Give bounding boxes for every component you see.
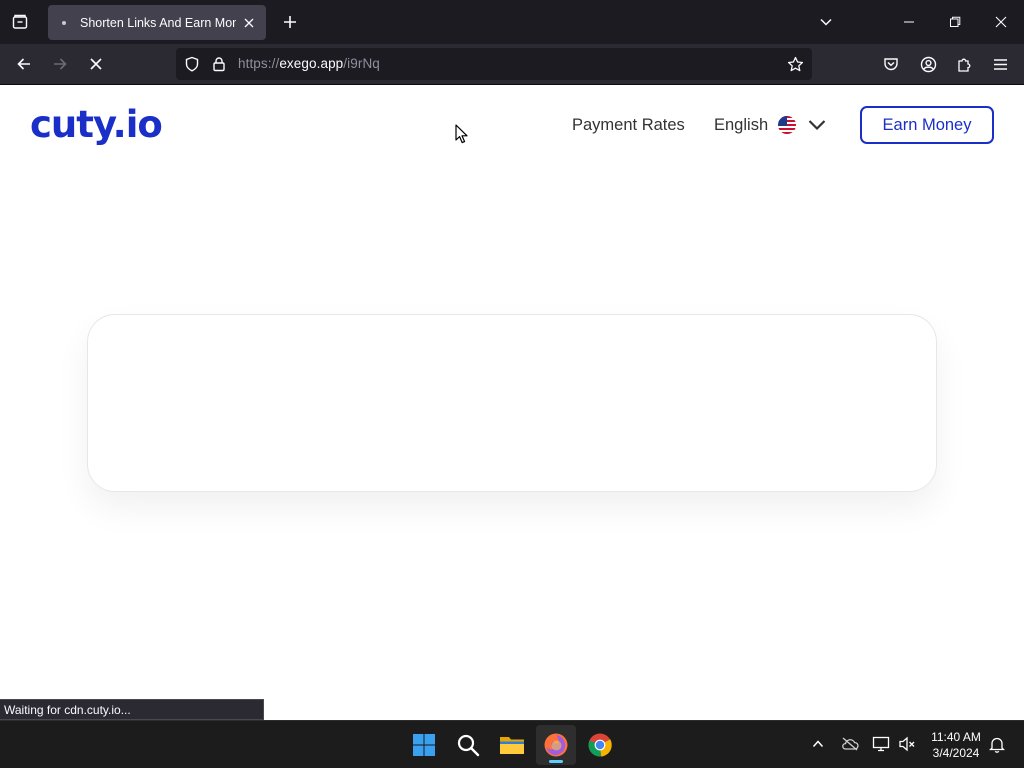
browser-tab-active[interactable]: Shorten Links And Earn Money [48, 5, 266, 40]
restore-icon [950, 16, 961, 27]
us-flag-icon [778, 116, 797, 134]
restore-window-button[interactable] [932, 0, 978, 44]
search-icon [457, 734, 480, 757]
shield-icon[interactable] [183, 55, 201, 73]
bookmark-star-icon[interactable] [786, 55, 804, 73]
bell-icon [989, 737, 1005, 753]
windows-taskbar: 11:40 AM 3/4/2024 [0, 720, 1024, 768]
chevron-down-icon [820, 18, 832, 26]
arrow-left-icon [17, 58, 30, 70]
volume-tray-button[interactable] [896, 733, 918, 755]
chevron-up-icon [812, 740, 824, 748]
tab-list-icon [12, 14, 28, 29]
url-text[interactable]: https://exego.app/i9rNq [238, 56, 380, 71]
notifications-button[interactable] [986, 733, 1008, 755]
site-logo[interactable]: cuty.io [30, 103, 163, 147]
plus-icon [284, 16, 296, 28]
close-icon [995, 16, 1007, 28]
url-scheme: https:// [238, 56, 280, 71]
cloud-offline-icon [842, 737, 859, 751]
web-page: cuty.io Payment Rates English Earn Money [0, 85, 1024, 720]
file-explorer-button[interactable] [492, 725, 532, 765]
file-explorer-icon [500, 737, 524, 754]
app-menu-button[interactable] [985, 49, 1015, 79]
arrow-right-icon [54, 58, 67, 70]
lock-icon[interactable] [210, 55, 228, 73]
firefox-icon [544, 733, 568, 757]
pocket-button[interactable] [876, 49, 906, 79]
firefox-taskbar-button[interactable] [536, 725, 576, 765]
windows-start-button[interactable] [404, 725, 444, 765]
taskbar-clock[interactable]: 11:40 AM 3/4/2024 [924, 729, 988, 761]
browser-nav-toolbar: https://exego.app/i9rNq [0, 44, 1024, 85]
chrome-taskbar-button[interactable] [580, 725, 620, 765]
new-tab-button[interactable] [276, 8, 304, 36]
pocket-icon [884, 58, 898, 71]
clock-time: 11:40 AM [931, 730, 981, 744]
minimize-icon [904, 21, 914, 23]
list-all-tabs-button[interactable] [6, 8, 34, 36]
url-host: exego.app [279, 56, 344, 71]
onedrive-tray-button[interactable] [839, 733, 861, 755]
minimize-window-button[interactable] [886, 0, 932, 44]
show-hidden-icons-button[interactable] [807, 733, 829, 755]
language-selector[interactable]: English [714, 109, 826, 141]
browser-status-bar: Waiting for cdn.cuty.io... [0, 699, 264, 720]
account-button[interactable] [913, 49, 943, 79]
taskbar-search-button[interactable] [448, 725, 488, 765]
stop-x-icon [90, 58, 102, 70]
close-tab-icon[interactable] [240, 14, 258, 32]
puzzle-icon [957, 58, 970, 72]
tab-title: Shorten Links And Earn Money [80, 15, 236, 30]
payment-rates-link[interactable]: Payment Rates [572, 116, 685, 135]
close-window-button[interactable] [978, 0, 1024, 44]
earn-money-button[interactable]: Earn Money [860, 106, 994, 144]
loading-favicon-icon [56, 15, 72, 31]
speaker-muted-icon [899, 736, 915, 752]
address-bar[interactable]: https://exego.app/i9rNq [176, 48, 812, 80]
tab-overflow-button[interactable] [812, 8, 840, 36]
content-card-loading [87, 314, 937, 492]
windows-start-icon [413, 734, 435, 756]
active-app-indicator [549, 760, 563, 763]
language-label: English [714, 115, 769, 134]
stop-loading-button[interactable] [81, 49, 111, 79]
network-monitor-icon [872, 736, 890, 752]
mouse-pointer-icon [455, 124, 468, 144]
network-tray-button[interactable] [870, 733, 892, 755]
chrome-icon [588, 733, 612, 757]
chevron-down-icon [808, 120, 826, 131]
hamburger-menu-icon [993, 58, 1007, 70]
clock-date: 3/4/2024 [932, 746, 980, 760]
browser-tab-strip: Shorten Links And Earn Money [0, 0, 1024, 44]
back-button[interactable] [9, 49, 39, 79]
extensions-button[interactable] [949, 49, 979, 79]
account-icon [920, 56, 936, 72]
forward-button[interactable] [45, 49, 75, 79]
url-path: /i9rNq [343, 56, 380, 71]
